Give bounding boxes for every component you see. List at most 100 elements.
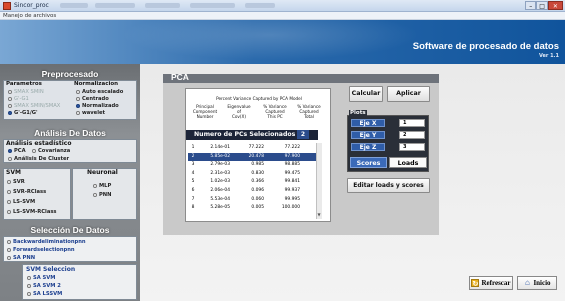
cell-pc-number: 4 <box>191 170 195 176</box>
cell-variance-pc: 0.005 <box>251 205 264 211</box>
radio-ls-svm[interactable]: LS-SVM <box>7 199 35 205</box>
radio-sa-svm-2[interactable]: SA SVM 2 <box>27 283 61 289</box>
radio-sa-svm[interactable]: SA SVM <box>27 275 55 281</box>
table-row[interactable]: 6 2.06e-04 0.096 99.937 <box>188 187 316 195</box>
radio-pnn[interactable]: PNN <box>93 192 112 198</box>
eje-z-input[interactable]: 3 <box>399 143 425 151</box>
cell-eigenvalue: 2.79e-03 <box>210 162 230 168</box>
radio-icon <box>8 111 12 115</box>
eje-x-input[interactable]: 1 <box>399 119 425 127</box>
radio-mlp[interactable]: MLP <box>93 183 111 189</box>
parametros-label: Parametros <box>6 81 42 87</box>
app-heading: Software de procesado de datos <box>412 41 559 52</box>
cell-variance-pc: 20.478 <box>248 153 264 159</box>
neuronal-box: Neuronal MLP PNN <box>72 168 137 220</box>
table-row[interactable]: 5 1.02e-03 0.366 99.841 <box>188 178 316 186</box>
blurred-tab <box>245 3 275 8</box>
normalizacion-label: Normalizacion <box>74 81 119 87</box>
scores-button[interactable]: Scores <box>350 157 387 168</box>
cell-variance-pc: 0.366 <box>251 179 264 185</box>
radio-smax-smin[interactable]: SMAX SMIN <box>8 89 44 95</box>
cell-eigenvalue: 2.06e-04 <box>210 188 230 193</box>
table-row[interactable]: 1 2.14e-01 77.222 77.222 <box>188 144 316 152</box>
cell-eigenvalue: 2.14e-01 <box>210 145 230 150</box>
radio-sa-pnn[interactable]: SA PNN <box>7 255 35 261</box>
cell-eigenvalue: 5.85e-02 <box>210 153 230 159</box>
header-eigenvalue: Eigenvalue of Cov(X) <box>227 104 251 119</box>
radio-icon <box>8 97 12 101</box>
radio-backward[interactable]: Backwardeliminationpnn <box>7 239 86 245</box>
svm-seleccion-box: SVM Seleccion SA SVM SA SVM 2 SA LSSVM <box>22 264 137 300</box>
radio-icon <box>7 180 11 184</box>
calcular-button[interactable]: Calcular <box>349 86 383 102</box>
table-row[interactable]: 8 5.28e-05 0.005 100.000 <box>188 204 316 212</box>
seleccion-heading: Selección De Datos <box>30 225 110 235</box>
svm-box: SVM SVR SVR-RClass LS-SVM LS-SVM-RClass <box>3 168 71 220</box>
cell-variance-pc: 0.830 <box>251 170 264 176</box>
cell-variance-pc: 0.060 <box>251 196 264 202</box>
table-row[interactable]: 4 2.31e-03 0.830 99.475 <box>188 170 316 178</box>
table-row[interactable]: 2 5.85e-02 20.478 97.900 <box>188 152 316 161</box>
blurred-tab <box>95 3 135 8</box>
radio-icon <box>7 190 11 194</box>
radio-icon <box>8 157 12 161</box>
eje-y-input[interactable]: 2 <box>399 131 425 139</box>
editar-loads-scores-button[interactable]: Editar loads y scores <box>347 178 430 193</box>
radio-icon <box>7 256 11 260</box>
aplicar-button[interactable]: Aplicar <box>387 86 430 102</box>
loads-button[interactable]: Loads <box>389 157 427 168</box>
analisis-heading: Análisis De Datos <box>34 128 106 138</box>
radio-normalizado[interactable]: Normalizado <box>76 103 119 109</box>
radio-icon <box>7 210 11 214</box>
header-variance-total: % Variance Captured Total <box>297 104 321 119</box>
scroll-down-icon[interactable]: ▼ <box>316 212 322 218</box>
radio-auto-escalado[interactable]: Auto escalado <box>76 89 123 95</box>
radio-g-g1[interactable]: G'-G1 <box>8 96 29 102</box>
radio-sa-lssvm[interactable]: SA LSSVM <box>27 291 62 297</box>
cell-pc-number: 5 <box>191 179 195 185</box>
table-row[interactable]: 3 2.79e-03 0.985 98.885 <box>188 161 316 169</box>
radio-ls-svm-rclass[interactable]: LS-SVM-RClass <box>7 209 57 215</box>
cell-eigenvalue: 1.02e-03 <box>210 179 230 185</box>
preprocesado-heading: Preprocesado <box>41 69 99 79</box>
close-button[interactable]: ✕ <box>547 1 563 10</box>
table-row[interactable]: 7 5.53e-04 0.060 99.995 <box>188 196 316 204</box>
minimize-button[interactable]: – <box>525 1 537 10</box>
radio-smax-smin-smax[interactable]: SMAX SMIN/SMAX <box>8 103 60 109</box>
radio-covarianza[interactable]: Covarianza <box>32 148 70 154</box>
table-scrollbar[interactable] <box>316 143 322 219</box>
cell-pc-number: 7 <box>191 196 195 202</box>
radio-icon <box>7 240 11 244</box>
analisis-estadistico-box: Análisis estadístico PCA Covarianza Anál… <box>3 139 137 163</box>
pca-title: PCA <box>171 72 189 82</box>
refrescar-button[interactable]: ↻ Refrescar <box>469 276 513 290</box>
menu-manejo-archivos[interactable]: Manejo de archivos <box>3 12 56 20</box>
radio-svr[interactable]: SVR <box>7 179 25 185</box>
radio-icon <box>76 111 80 115</box>
radio-pca[interactable]: PCA <box>8 148 26 154</box>
num-pcs-value[interactable]: 2 <box>297 130 309 139</box>
cell-variance-total: 99.995 <box>284 196 300 202</box>
cell-variance-pc: 0.985 <box>251 162 264 168</box>
cell-pc-number: 8 <box>191 205 195 211</box>
analisis-estadistico-label: Análisis estadístico <box>6 140 72 147</box>
cell-variance-total: 97.900 <box>284 153 300 159</box>
radio-centrado[interactable]: Centrado <box>76 96 109 102</box>
radio-cluster[interactable]: Análisis De Cluster <box>8 156 69 162</box>
radio-icon <box>8 149 12 153</box>
maximize-button[interactable]: □ <box>536 1 548 10</box>
radio-icon <box>27 284 31 288</box>
radio-g-g1-g[interactable]: G'-G1/G' <box>8 110 38 116</box>
inicio-button[interactable]: ⌂ Inicio <box>517 276 557 290</box>
blurred-tab <box>190 3 235 8</box>
radio-icon <box>7 200 11 204</box>
cell-variance-pc: 77.222 <box>248 145 264 150</box>
num-pcs-label: Numero de PCs Selecionados <box>194 131 296 138</box>
header-pc-number: Principal Component Number <box>192 104 218 119</box>
radio-wavelet[interactable]: wavelet <box>76 110 105 116</box>
table-caption: Percent Variance Captured by PCA Model <box>216 96 302 101</box>
radio-forward[interactable]: Forwardselectionpnn <box>7 247 75 253</box>
cell-eigenvalue: 5.53e-04 <box>210 196 230 202</box>
radio-svr-rclass[interactable]: SVR-RClass <box>7 189 46 195</box>
cell-pc-number: 6 <box>191 188 195 193</box>
